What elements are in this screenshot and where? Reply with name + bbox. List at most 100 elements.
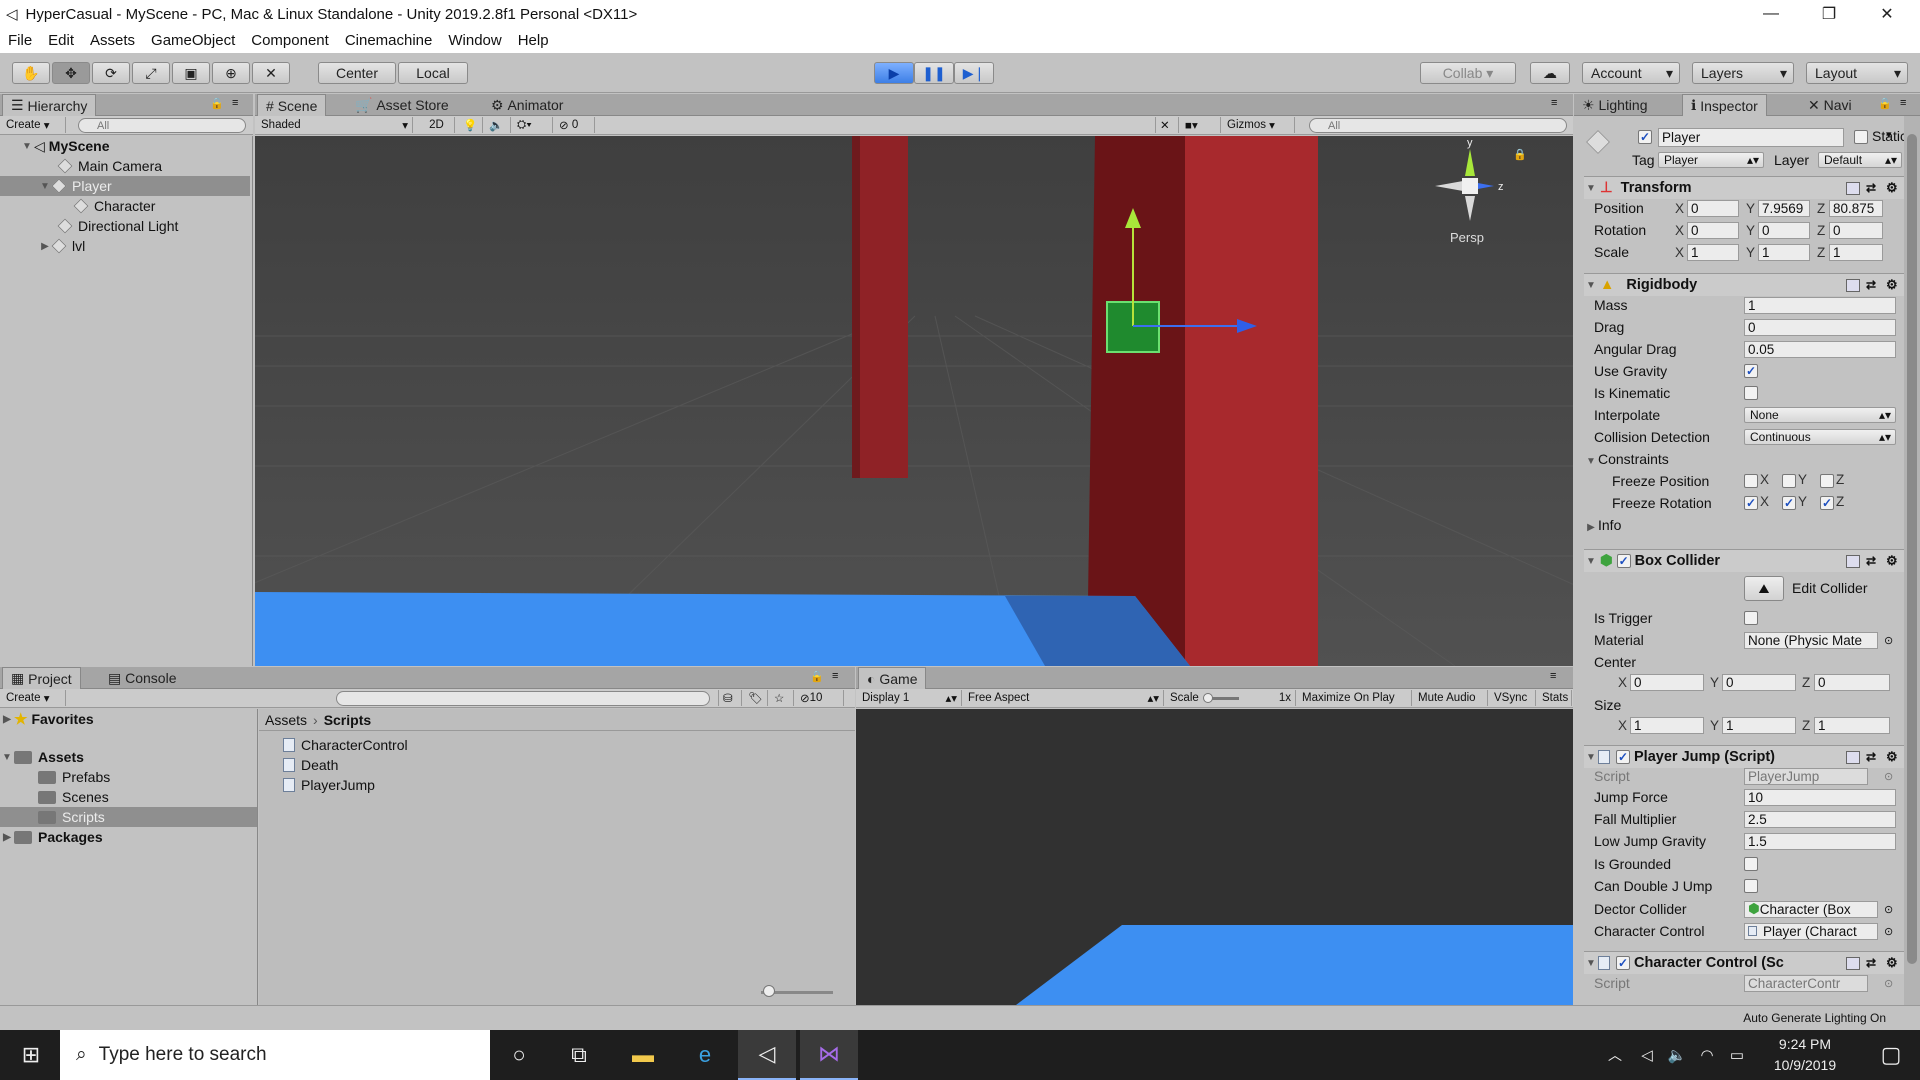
- center-z-input[interactable]: 0: [1814, 673, 1890, 691]
- scale-slider[interactable]: Scale 1x: [1166, 690, 1296, 706]
- player-jump-enabled-checkbox[interactable]: ✓: [1616, 750, 1630, 764]
- preset-icon[interactable]: ⇄: [1866, 181, 1876, 195]
- freeze-pos-y-checkbox[interactable]: [1782, 474, 1796, 488]
- tab-lighting[interactable]: ☀ Lighting: [1574, 94, 1656, 116]
- step-button[interactable]: ▶❘: [954, 62, 994, 84]
- menu-edit[interactable]: Edit: [48, 32, 74, 49]
- visual-studio-icon[interactable]: ⋈: [800, 1030, 858, 1080]
- layers-dropdown[interactable]: Layers ▾: [1692, 62, 1794, 84]
- hidden-objects-toggle[interactable]: ⊘ 0: [555, 117, 595, 133]
- help-icon[interactable]: [1846, 181, 1860, 195]
- freeze-pos-x-checkbox[interactable]: [1744, 474, 1758, 488]
- position-y-input[interactable]: 7.9569: [1758, 199, 1810, 217]
- preset-icon[interactable]: ⇄: [1866, 278, 1876, 292]
- double-jump-checkbox[interactable]: [1744, 879, 1758, 893]
- menu-file[interactable]: File: [8, 32, 32, 49]
- object-picker-icon[interactable]: ⊙: [1884, 925, 1893, 938]
- lighting-status[interactable]: Auto Generate Lighting On: [1743, 1011, 1886, 1025]
- angular-drag-input[interactable]: 0.05: [1744, 340, 1896, 358]
- custom-tool-icon[interactable]: ✕: [252, 62, 290, 84]
- menu-gameobject[interactable]: GameObject: [151, 32, 235, 49]
- game-viewport[interactable]: [856, 709, 1573, 1005]
- freeze-rot-x-checkbox[interactable]: ✓: [1744, 496, 1758, 510]
- move-tool-icon[interactable]: ✥: [52, 62, 90, 84]
- project-create-dropdown[interactable]: Create ▾: [2, 690, 66, 706]
- tab-inspector[interactable]: ℹ Inspector: [1682, 94, 1767, 116]
- help-icon[interactable]: [1846, 956, 1860, 970]
- scene-root-row[interactable]: ▼ ◁ MyScene: [0, 136, 250, 156]
- rotation-y-input[interactable]: 0: [1758, 221, 1810, 239]
- gizmo-lock-icon[interactable]: 🔒: [1513, 148, 1527, 161]
- lock-icon[interactable]: 🔒: [210, 97, 224, 110]
- cloud-icon[interactable]: ☁: [1530, 62, 1570, 84]
- project-search-input[interactable]: [336, 691, 710, 706]
- tray-chevron-icon[interactable]: ︿: [1600, 1030, 1630, 1080]
- hierarchy-item-lvl[interactable]: ▶ lvl: [0, 236, 250, 256]
- position-x-input[interactable]: 0: [1687, 199, 1739, 217]
- minimize-button[interactable]: —: [1742, 0, 1800, 28]
- edge-icon[interactable]: e: [676, 1030, 734, 1080]
- scale-tool-icon[interactable]: ⤢: [132, 62, 170, 84]
- rect-tool-icon[interactable]: ▣: [172, 62, 210, 84]
- active-checkbox[interactable]: ✓: [1638, 130, 1652, 144]
- preset-icon[interactable]: ⇄: [1866, 554, 1876, 568]
- unity-taskbar-icon[interactable]: ◁: [738, 1030, 796, 1080]
- hierarchy-item-main-camera[interactable]: Main Camera: [0, 156, 250, 176]
- size-x-input[interactable]: 1: [1630, 716, 1704, 734]
- breadcrumb-scripts[interactable]: Scripts: [324, 712, 371, 728]
- menu-component[interactable]: Component: [251, 32, 329, 49]
- freeze-rot-z-checkbox[interactable]: ✓: [1820, 496, 1834, 510]
- windows-start-icon[interactable]: ⊞: [2, 1030, 60, 1080]
- rotation-z-input[interactable]: 0: [1829, 221, 1883, 239]
- tools-icon[interactable]: ✕: [1155, 117, 1179, 133]
- breadcrumb-assets[interactable]: Assets: [265, 712, 307, 728]
- tab-hierarchy[interactable]: ☰ Hierarchy: [2, 94, 97, 116]
- account-dropdown[interactable]: Account ▾: [1582, 62, 1680, 84]
- scene-viewport[interactable]: y z Persp 🔒: [255, 136, 1573, 666]
- constraints-row[interactable]: ▼ Constraints: [1586, 448, 1904, 470]
- rotate-tool-icon[interactable]: ⟳: [92, 62, 130, 84]
- interpolate-dropdown[interactable]: None ▴▾: [1744, 407, 1896, 423]
- stats-toggle[interactable]: Stats: [1538, 690, 1572, 706]
- box-collider-header[interactable]: ▼ ⬢ ✓ Box Collider ⇄ ⚙: [1584, 549, 1904, 572]
- mute-audio-toggle[interactable]: Mute Audio: [1414, 690, 1488, 706]
- pivot-local-button[interactable]: Local: [398, 62, 468, 84]
- menu-help[interactable]: Help: [518, 32, 549, 49]
- material-field[interactable]: None (Physic Mate: [1744, 631, 1878, 649]
- position-z-input[interactable]: 80.875: [1829, 199, 1883, 217]
- pause-button[interactable]: ❚❚: [914, 62, 954, 84]
- camera-dropdown-icon[interactable]: ■▾: [1181, 117, 1221, 133]
- file-explorer-icon[interactable]: ▬: [614, 1030, 672, 1080]
- preset-icon[interactable]: ⇄: [1866, 956, 1876, 970]
- low-jump-gravity-input[interactable]: 1.5: [1744, 832, 1896, 850]
- tree-favorites[interactable]: ▶ ★ Favorites: [0, 709, 250, 729]
- transform-tool-icon[interactable]: ⊕: [212, 62, 250, 84]
- size-z-input[interactable]: 1: [1814, 716, 1890, 734]
- file-item[interactable]: CharacterControl: [259, 735, 509, 755]
- taskbar-clock[interactable]: 9:24 PM 10/9/2019: [1760, 1034, 1850, 1076]
- gizmos-dropdown[interactable]: Gizmos ▾: [1223, 117, 1295, 133]
- filter-label-icon[interactable]: 🏷: [744, 690, 768, 706]
- tree-packages[interactable]: ▶ Packages: [0, 827, 250, 847]
- aspect-dropdown[interactable]: Free Aspect ▴▾: [964, 690, 1164, 706]
- notifications-icon[interactable]: ▢: [1862, 1030, 1920, 1080]
- panel-menu-icon[interactable]: ≡: [1900, 97, 1906, 109]
- persp-label[interactable]: Persp: [1450, 230, 1484, 245]
- battery-icon[interactable]: ▭: [1722, 1030, 1752, 1080]
- filter-type-icon[interactable]: ⛁: [718, 690, 742, 706]
- volume-icon[interactable]: 🔈: [1662, 1030, 1692, 1080]
- menu-cinemachine[interactable]: Cinemachine: [345, 32, 433, 49]
- tree-prefabs[interactable]: Prefabs: [0, 767, 250, 787]
- task-view-icon[interactable]: ⧉: [550, 1030, 608, 1080]
- hidden-packages-toggle[interactable]: ⊘ 10: [796, 690, 844, 706]
- center-y-input[interactable]: 0: [1722, 673, 1796, 691]
- menu-window[interactable]: Window: [448, 32, 501, 49]
- layout-dropdown[interactable]: Layout ▾: [1806, 62, 1908, 84]
- play-button[interactable]: ▶: [874, 62, 914, 84]
- 2d-toggle[interactable]: 2D: [419, 117, 455, 133]
- help-icon[interactable]: [1846, 554, 1860, 568]
- help-icon[interactable]: [1846, 750, 1860, 764]
- tray-unity-icon[interactable]: ◁: [1632, 1030, 1662, 1080]
- maximize-on-play-toggle[interactable]: Maximize On Play: [1298, 690, 1412, 706]
- scale-y-input[interactable]: 1: [1758, 243, 1810, 261]
